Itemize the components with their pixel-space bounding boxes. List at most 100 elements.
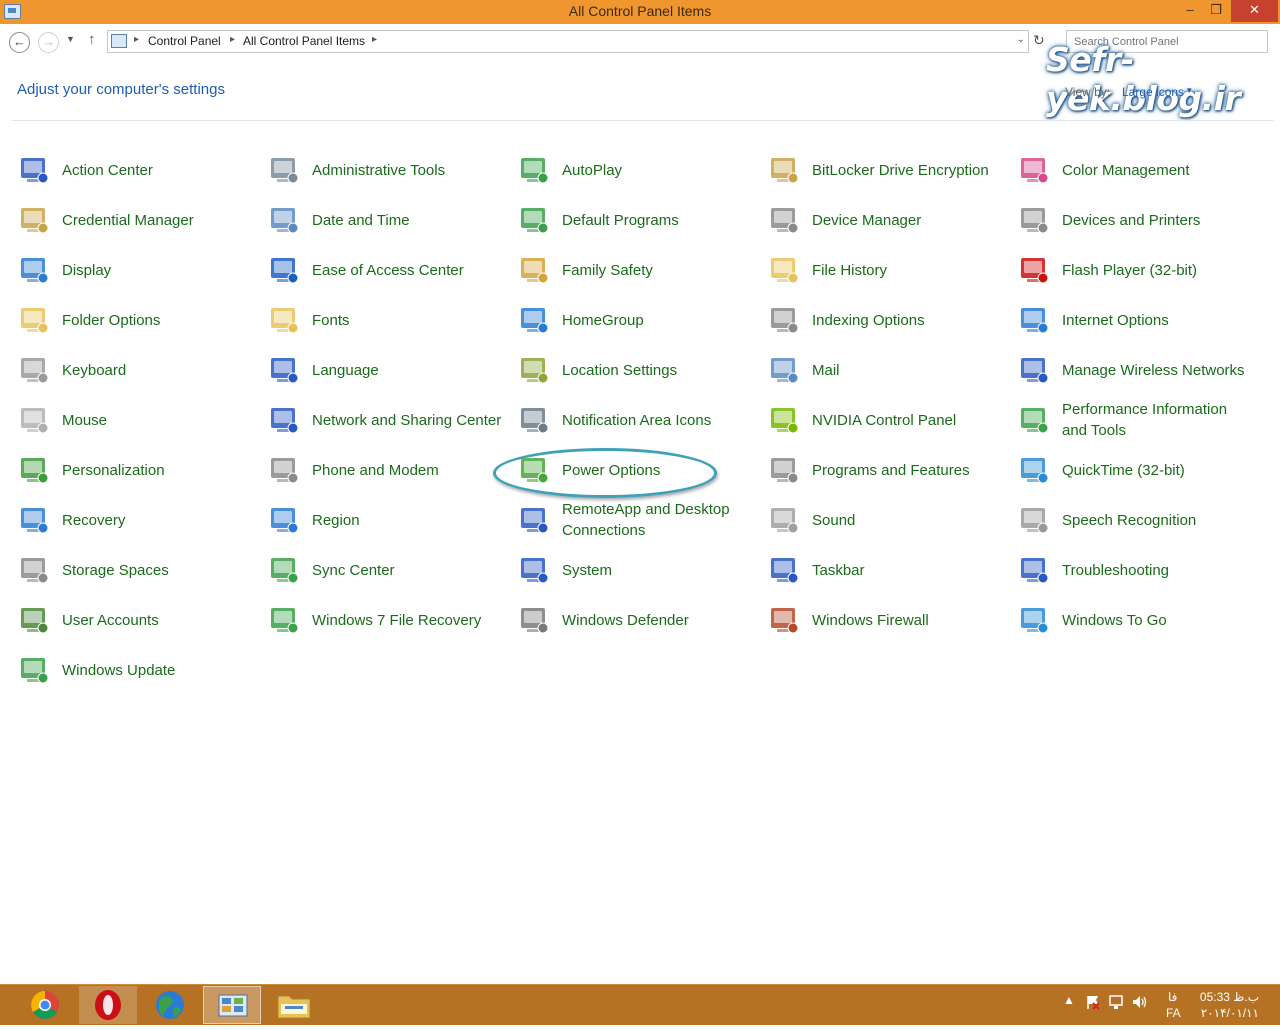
- control-panel-item[interactable]: Internet Options: [1018, 297, 1258, 343]
- breadcrumb-separator-icon[interactable]: ▸: [372, 34, 377, 45]
- item-label[interactable]: Programs and Features: [812, 447, 1002, 493]
- control-panel-item[interactable]: File History: [768, 247, 1008, 293]
- item-label[interactable]: Indexing Options: [812, 297, 1002, 343]
- item-label[interactable]: Windows To Go: [1062, 597, 1252, 643]
- up-button[interactable]: ↑: [88, 31, 96, 48]
- item-label[interactable]: Region: [312, 497, 502, 543]
- language-code[interactable]: FA: [1166, 1006, 1181, 1020]
- control-panel-item[interactable]: Sound: [768, 497, 1008, 543]
- item-label[interactable]: File History: [812, 247, 1002, 293]
- opera-icon[interactable]: [79, 986, 137, 1024]
- control-panel-item[interactable]: Family Safety: [518, 247, 758, 293]
- clock-time[interactable]: 05:33 ب.ظ: [1199, 990, 1259, 1004]
- control-panel-item[interactable]: Programs and Features: [768, 447, 1008, 493]
- item-label[interactable]: Storage Spaces: [62, 547, 252, 593]
- control-panel-item[interactable]: Device Manager: [768, 197, 1008, 243]
- control-panel-item[interactable]: Mail: [768, 347, 1008, 393]
- file-explorer-icon[interactable]: [265, 986, 323, 1024]
- maximize-button[interactable]: ❐: [1203, 0, 1229, 22]
- refresh-button[interactable]: ↻: [1033, 32, 1045, 49]
- item-label[interactable]: User Accounts: [62, 597, 252, 643]
- item-label[interactable]: Mouse: [62, 397, 252, 443]
- control-panel-item[interactable]: Indexing Options: [768, 297, 1008, 343]
- address-dropdown-icon[interactable]: ⌄: [1017, 34, 1025, 45]
- internet-globe-icon[interactable]: [141, 986, 199, 1024]
- item-label[interactable]: Phone and Modem: [312, 447, 502, 493]
- breadcrumb-separator-icon[interactable]: ▸: [230, 34, 235, 45]
- item-label[interactable]: AutoPlay: [562, 147, 752, 193]
- control-panel-item[interactable]: RemoteApp and Desktop Connections: [518, 497, 758, 543]
- item-label[interactable]: Notification Area Icons: [562, 397, 752, 443]
- forward-button[interactable]: →: [38, 32, 59, 53]
- control-panel-item[interactable]: Windows Update: [18, 647, 258, 693]
- control-panel-item[interactable]: Taskbar: [768, 547, 1008, 593]
- control-panel-item[interactable]: Default Programs: [518, 197, 758, 243]
- clock-date[interactable]: ۲۰۱۴/۰۱/۱۱: [1199, 1006, 1259, 1020]
- control-panel-item[interactable]: Action Center: [18, 147, 258, 193]
- item-label[interactable]: Color Management: [1062, 147, 1252, 193]
- volume-icon[interactable]: [1131, 994, 1149, 1013]
- control-panel-item[interactable]: Speech Recognition: [1018, 497, 1258, 543]
- control-panel-item[interactable]: BitLocker Drive Encryption: [768, 147, 1008, 193]
- item-label[interactable]: RemoteApp and Desktop Connections: [562, 497, 752, 543]
- control-panel-item[interactable]: Color Management: [1018, 147, 1258, 193]
- item-label[interactable]: Windows Firewall: [812, 597, 1002, 643]
- item-label[interactable]: Mail: [812, 347, 1002, 393]
- view-by-dropdown[interactable]: Large icons: [1122, 85, 1184, 99]
- item-label[interactable]: Flash Player (32-bit): [1062, 247, 1252, 293]
- control-panel-item[interactable]: AutoPlay: [518, 147, 758, 193]
- address-bar[interactable]: ▸ Control Panel ▸ All Control Panel Item…: [107, 30, 1029, 53]
- item-label[interactable]: BitLocker Drive Encryption: [812, 147, 1002, 193]
- control-panel-item[interactable]: Devices and Printers: [1018, 197, 1258, 243]
- control-panel-item[interactable]: Manage Wireless Networks: [1018, 347, 1258, 393]
- control-panel-item[interactable]: Folder Options: [18, 297, 258, 343]
- control-panel-item[interactable]: Windows To Go: [1018, 597, 1258, 643]
- item-label[interactable]: Credential Manager: [62, 197, 252, 243]
- item-label[interactable]: Location Settings: [562, 347, 752, 393]
- item-label[interactable]: Manage Wireless Networks: [1062, 347, 1252, 393]
- item-label[interactable]: Display: [62, 247, 252, 293]
- item-label[interactable]: System: [562, 547, 752, 593]
- chevron-down-icon[interactable]: ▾: [1187, 85, 1192, 96]
- control-panel-item[interactable]: Network and Sharing Center: [268, 397, 508, 443]
- action-center-flag-icon[interactable]: [1085, 994, 1101, 1013]
- control-panel-item[interactable]: Performance Information and Tools: [1018, 397, 1258, 443]
- breadcrumb-separator-icon[interactable]: ▸: [134, 34, 139, 45]
- control-panel-item[interactable]: User Accounts: [18, 597, 258, 643]
- control-panel-item[interactable]: Location Settings: [518, 347, 758, 393]
- item-label[interactable]: Device Manager: [812, 197, 1002, 243]
- back-button[interactable]: ←: [9, 32, 30, 53]
- item-label[interactable]: Folder Options: [62, 297, 252, 343]
- breadcrumb-all-items[interactable]: All Control Panel Items: [243, 34, 365, 48]
- breadcrumb-control-panel[interactable]: Control Panel: [148, 34, 221, 48]
- control-panel-item[interactable]: System: [518, 547, 758, 593]
- control-panel-item[interactable]: Recovery: [18, 497, 258, 543]
- control-panel-item[interactable]: Administrative Tools: [268, 147, 508, 193]
- control-panel-item[interactable]: Windows Defender: [518, 597, 758, 643]
- item-label[interactable]: Internet Options: [1062, 297, 1252, 343]
- item-label[interactable]: Date and Time: [312, 197, 502, 243]
- control-panel-item[interactable]: Sync Center: [268, 547, 508, 593]
- control-panel-item[interactable]: Windows 7 File Recovery: [268, 597, 508, 643]
- item-label[interactable]: Sound: [812, 497, 1002, 543]
- item-label[interactable]: Fonts: [312, 297, 502, 343]
- item-label[interactable]: Troubleshooting: [1062, 547, 1252, 593]
- item-label[interactable]: QuickTime (32-bit): [1062, 447, 1252, 493]
- item-label[interactable]: NVIDIA Control Panel: [812, 397, 1002, 443]
- close-button[interactable]: ✕: [1231, 0, 1278, 22]
- item-label[interactable]: Administrative Tools: [312, 147, 502, 193]
- control-panel-item[interactable]: Language: [268, 347, 508, 393]
- item-label[interactable]: Windows Update: [62, 647, 252, 693]
- item-label[interactable]: Performance Information and Tools: [1062, 397, 1252, 443]
- control-panel-item[interactable]: Display: [18, 247, 258, 293]
- item-label[interactable]: Recovery: [62, 497, 252, 543]
- control-panel-item[interactable]: Phone and Modem: [268, 447, 508, 493]
- item-label[interactable]: Language: [312, 347, 502, 393]
- item-label[interactable]: Keyboard: [62, 347, 252, 393]
- item-label[interactable]: Personalization: [62, 447, 252, 493]
- control-panel-item[interactable]: Mouse: [18, 397, 258, 443]
- control-panel-item[interactable]: Flash Player (32-bit): [1018, 247, 1258, 293]
- item-label[interactable]: Speech Recognition: [1062, 497, 1252, 543]
- control-panel-item[interactable]: Personalization: [18, 447, 258, 493]
- item-label[interactable]: Ease of Access Center: [312, 247, 502, 293]
